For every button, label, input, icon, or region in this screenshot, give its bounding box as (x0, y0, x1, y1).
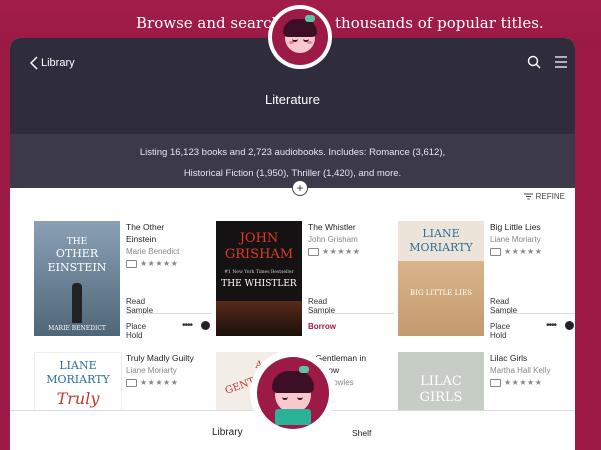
libby-logo (268, 5, 332, 69)
book-author: Liane Moriarty (126, 366, 177, 375)
libby-tab-logo[interactable] (250, 350, 336, 436)
rating: ★★★★★ (126, 378, 212, 387)
expand-button[interactable]: + (292, 180, 308, 196)
book-author: Liane Moriarty (490, 235, 541, 244)
tab-shelf[interactable]: Shelf (352, 428, 371, 438)
book-cover[interactable]: JOHN GRISHAM THE WHISTLER #1 New York Ti… (216, 221, 302, 336)
collection-summary: Listing 16,123 books and 2,723 audiobook… (10, 134, 575, 188)
rating: ★★★★★ (490, 378, 575, 387)
borrow-button[interactable]: Borrow (308, 322, 336, 331)
star-rating-icon: ★★★★★ (504, 378, 543, 387)
availability-icon (565, 321, 574, 330)
book-title[interactable]: Truly Madly Guilty (126, 352, 212, 364)
star-rating-icon: ★★★★★ (140, 378, 179, 387)
more-options-icon[interactable]: •••• (182, 320, 193, 331)
book-author: Martha Hall Kelly (490, 366, 551, 375)
star-rating-icon: ★★★★★ (140, 259, 179, 268)
refine-button[interactable]: REFINE (523, 192, 565, 201)
book-title[interactable]: The Whistler (308, 221, 394, 233)
back-button[interactable]: Library (30, 56, 75, 70)
rating: ★★★★★ (490, 247, 575, 256)
divider (308, 313, 394, 314)
book-author: Marie Benedict (126, 247, 180, 256)
availability-icon (201, 321, 210, 330)
page-title: Literature (265, 92, 320, 107)
place-hold-button[interactable]: Place Hold (490, 322, 510, 340)
book-cover[interactable]: THE OTHER EINSTEIN MARIE BENEDICT (34, 221, 120, 336)
chevron-left-icon (30, 56, 38, 70)
star-rating-icon: ★★★★★ (504, 247, 543, 256)
rating: ★★★★★ (308, 247, 394, 256)
book-title[interactable]: Big Little Lies (490, 221, 575, 233)
collection-description: Listing 16,123 books and 2,723 audiobook… (70, 142, 515, 184)
banner-right-text: thousands of popular titles. (335, 14, 544, 32)
format-tag-icon (490, 247, 501, 256)
description-line-2: Historical Fiction (1,950), Thriller (1,… (183, 168, 402, 179)
place-hold-button[interactable]: Place Hold (126, 322, 146, 340)
rating: ★★★★★ (126, 259, 212, 268)
refine-label: REFINE (535, 192, 565, 201)
format-tag-icon (490, 378, 501, 387)
book-cover[interactable]: LIANE MORIARTY BIG LITTLE LIES (398, 221, 484, 336)
more-options-icon[interactable]: •••• (546, 320, 557, 331)
tab-library[interactable]: Library (212, 427, 243, 438)
banner-left-text: Browse and search (136, 14, 282, 32)
divider (126, 313, 212, 314)
book-author: John Grisham (308, 235, 358, 244)
description-line-1: Listing 16,123 books and 2,723 audiobook… (139, 147, 446, 158)
search-icon[interactable] (527, 55, 541, 69)
format-tag-icon (126, 259, 137, 268)
format-tag-icon (126, 378, 137, 387)
star-rating-icon: ★★★★★ (322, 247, 361, 256)
divider (490, 313, 575, 314)
book-title[interactable]: The Other Einstein (126, 221, 212, 245)
filter-icon (523, 193, 533, 200)
back-label: Library (41, 57, 75, 69)
hamburger-menu-icon[interactable] (555, 55, 567, 69)
book-title[interactable]: Lilac Girls (490, 352, 575, 364)
format-tag-icon (308, 247, 319, 256)
